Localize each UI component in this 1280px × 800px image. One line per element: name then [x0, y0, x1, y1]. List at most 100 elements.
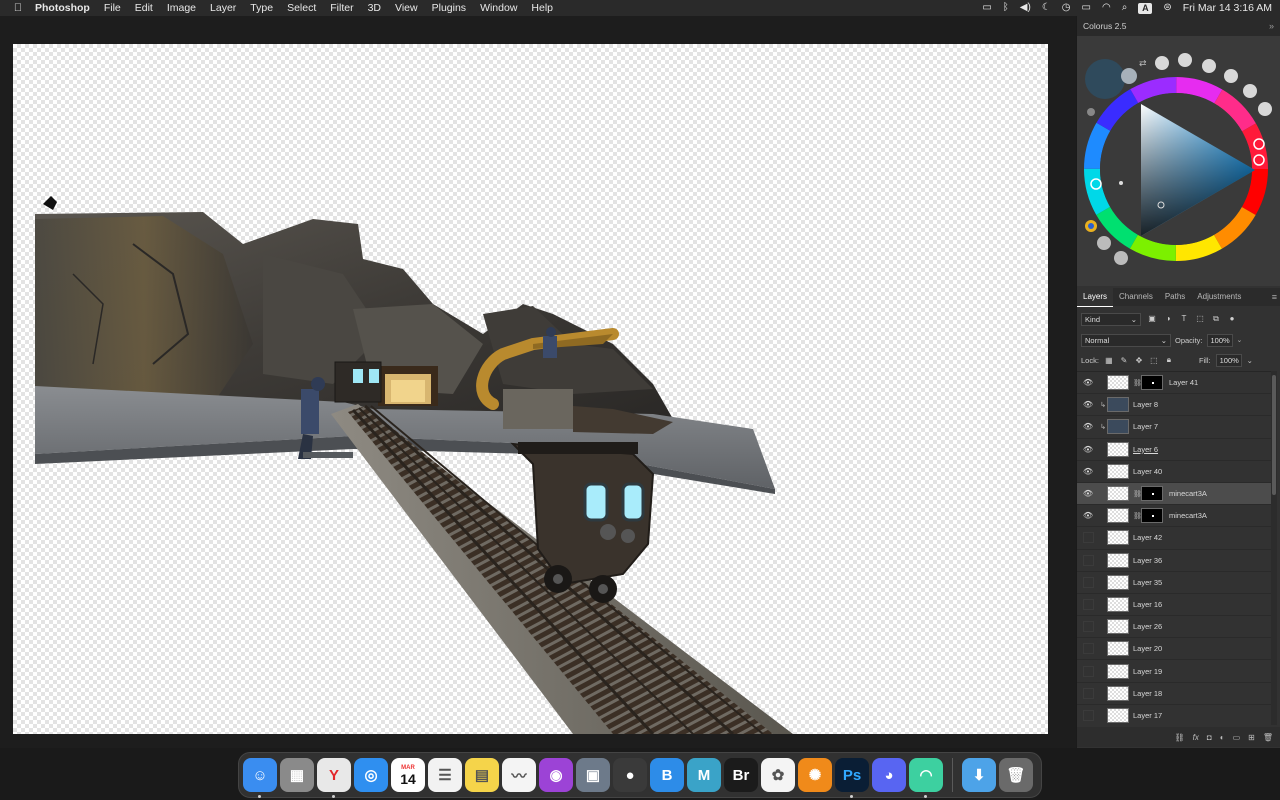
visibility-toggle[interactable]: [1077, 710, 1099, 721]
dock-reminders-icon[interactable]: ☰: [428, 758, 462, 792]
layer-thumbnail[interactable]: [1107, 397, 1129, 413]
dock-xnview-icon[interactable]: ✺: [798, 758, 832, 792]
layer-thumbnail[interactable]: [1107, 663, 1129, 679]
menu-window[interactable]: Window: [473, 0, 524, 16]
opacity-dropdown-icon[interactable]: ⌄: [1237, 336, 1243, 344]
menu-file[interactable]: File: [97, 0, 128, 16]
layer-thumbnail[interactable]: [1107, 641, 1129, 657]
lock-position-icon[interactable]: ✥: [1134, 356, 1144, 365]
mask-link-icon[interactable]: ⛓: [1133, 490, 1142, 498]
filter-toggle-icon[interactable]: ●: [1227, 314, 1237, 324]
dock-safari-icon[interactable]: ◎: [354, 758, 388, 792]
battery-icon[interactable]: ▭: [1082, 0, 1091, 16]
layer-name[interactable]: Layer 41: [1169, 378, 1198, 387]
layer-mask-thumbnail[interactable]: [1141, 486, 1163, 502]
layer-thumbnail[interactable]: [1107, 707, 1129, 723]
dock-notes-icon[interactable]: ▤: [465, 758, 499, 792]
dock-freeform-icon[interactable]: 〰: [502, 758, 536, 792]
layer-name[interactable]: minecart3A: [1169, 511, 1207, 520]
layer-row[interactable]: 👁︎ ⛓ minecart3A: [1077, 482, 1271, 506]
dock-photoshop-icon[interactable]: Ps: [835, 758, 869, 798]
layer-thumbnail[interactable]: [1107, 574, 1129, 590]
dock-m-app-icon[interactable]: M: [687, 758, 721, 792]
layer-row[interactable]: Layer 36: [1077, 550, 1271, 572]
layer-name[interactable]: Layer 8: [1133, 400, 1158, 409]
smart-object-filter-icon[interactable]: ⧉: [1211, 314, 1221, 324]
trash-icon[interactable]: 🗑︎: [999, 758, 1033, 792]
visibility-toggle[interactable]: [1077, 577, 1099, 588]
lock-image-icon[interactable]: ✎: [1119, 356, 1129, 365]
layer-name[interactable]: Layer 7: [1133, 422, 1158, 431]
blend-mode-select[interactable]: Normal ⌄: [1081, 333, 1171, 347]
dock-cleanmymac-icon[interactable]: ◠: [909, 758, 943, 798]
layer-mask-thumbnail[interactable]: [1141, 375, 1163, 391]
eye-icon[interactable]: 👁︎: [1077, 378, 1099, 387]
search-icon[interactable]: ⌕: [1122, 0, 1128, 16]
apple-logo-icon[interactable]: : [8, 2, 28, 14]
layer-row[interactable]: 👁︎ Layer 40: [1077, 461, 1271, 483]
dock-bazaar-app-icon[interactable]: B: [650, 758, 684, 792]
tab-channels[interactable]: Channels: [1113, 288, 1159, 306]
menu-image[interactable]: Image: [160, 0, 203, 16]
visibility-toggle[interactable]: [1077, 688, 1099, 699]
moon-icon[interactable]: ☾: [1042, 0, 1051, 16]
menu-view[interactable]: View: [388, 0, 425, 16]
keyboard-input-indicator[interactable]: A: [1138, 2, 1153, 14]
layer-row[interactable]: Layer 18: [1077, 683, 1271, 705]
layer-name[interactable]: Layer 16: [1133, 600, 1162, 609]
layer-style-icon[interactable]: fx: [1193, 733, 1199, 742]
layer-row[interactable]: Layer 42: [1077, 527, 1271, 550]
layer-thumbnail[interactable]: [1107, 508, 1129, 524]
layer-name[interactable]: Layer 17: [1133, 711, 1162, 720]
layer-thumbnail[interactable]: [1107, 419, 1129, 435]
layer-thumbnail[interactable]: [1107, 463, 1129, 479]
menu-3d[interactable]: 3D: [361, 0, 388, 16]
menu-filter[interactable]: Filter: [323, 0, 360, 16]
wifi-icon[interactable]: ◠: [1102, 0, 1111, 16]
tab-paths[interactable]: Paths: [1159, 288, 1191, 306]
link-layers-icon[interactable]: ⛓: [1175, 733, 1185, 742]
menu-plugins[interactable]: Plugins: [425, 0, 473, 16]
layer-row[interactable]: 👁︎ ⛓ minecart3A: [1077, 505, 1271, 528]
layer-name[interactable]: Layer 6: [1133, 445, 1158, 454]
eye-icon[interactable]: 👁︎: [1077, 467, 1099, 476]
layer-row[interactable]: 👁︎ ⛓ Layer 41: [1077, 372, 1271, 395]
layer-row[interactable]: Layer 35: [1077, 572, 1271, 594]
eye-icon[interactable]: 👁︎: [1077, 445, 1099, 454]
layer-thumbnail[interactable]: [1107, 596, 1129, 612]
fill-field[interactable]: 100%: [1215, 353, 1242, 367]
volume-icon[interactable]: ◀): [1020, 0, 1031, 16]
menu-type[interactable]: Type: [243, 0, 280, 16]
downloads-folder-icon[interactable]: ⬇: [962, 758, 996, 792]
add-mask-icon[interactable]: ◘: [1207, 733, 1212, 742]
menu-help[interactable]: Help: [524, 0, 560, 16]
document-canvas[interactable]: [13, 44, 1048, 734]
display-icon[interactable]: ▭: [982, 0, 991, 16]
layer-thumbnail[interactable]: [1107, 552, 1129, 568]
eye-icon[interactable]: 👁︎: [1077, 400, 1099, 409]
layer-name[interactable]: Layer 18: [1133, 689, 1162, 698]
lock-all-icon[interactable]: 🔒︎: [1164, 355, 1174, 365]
layer-row[interactable]: Layer 16: [1077, 594, 1271, 617]
bluetooth-icon[interactable]: ᛒ: [1003, 0, 1009, 16]
layer-name[interactable]: Layer 26: [1133, 622, 1162, 631]
visibility-toggle[interactable]: [1077, 666, 1099, 677]
dock-podcasts-icon[interactable]: ◉: [539, 758, 573, 792]
dock-yandex-browser-icon[interactable]: Y: [317, 758, 351, 798]
lock-artboard-icon[interactable]: ⬚: [1149, 356, 1159, 365]
shape-filter-icon[interactable]: ⬚: [1195, 314, 1205, 324]
layer-name[interactable]: minecart3A: [1169, 489, 1207, 498]
layer-thumbnail[interactable]: [1107, 486, 1129, 502]
layer-row[interactable]: Layer 20: [1077, 638, 1271, 661]
color-wheel-widget[interactable]: ⇄: [1077, 36, 1280, 286]
tab-layers[interactable]: Layers: [1077, 287, 1114, 307]
menu-app-name[interactable]: Photoshop: [28, 0, 97, 16]
eye-icon[interactable]: 👁︎: [1077, 511, 1099, 520]
layer-row[interactable]: Layer 26: [1077, 616, 1271, 639]
clock-icon[interactable]: ◷: [1062, 0, 1071, 16]
layer-row[interactable]: Layer 19: [1077, 660, 1271, 683]
visibility-toggle[interactable]: [1077, 643, 1099, 654]
dock-preview-icon[interactable]: ▣: [576, 758, 610, 792]
dock-calendar-icon[interactable]: MAR 14: [391, 758, 425, 792]
visibility-toggle[interactable]: [1077, 621, 1099, 632]
